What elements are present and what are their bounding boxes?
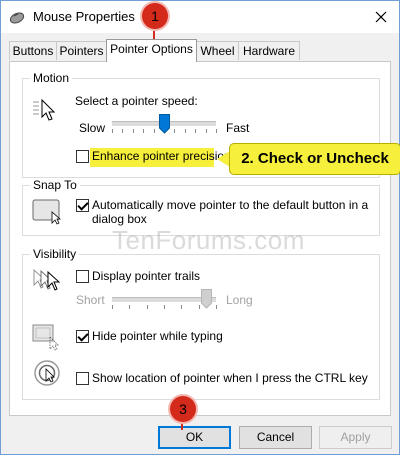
ok-button[interactable]: OK: [158, 426, 231, 449]
watermark: TenForums.com: [112, 225, 305, 255]
slider-tick: [164, 305, 165, 309]
pointer-speed-thumb[interactable]: [159, 114, 170, 134]
tab-buttons[interactable]: Buttons: [9, 41, 57, 60]
mouse-icon: [9, 12, 25, 24]
hide-pointer-checkbox[interactable]: [76, 330, 89, 343]
slider-tick: [198, 305, 200, 309]
close-icon: [375, 11, 387, 23]
hide-pointer-icon: [32, 324, 59, 351]
step-badge-1: 1: [142, 3, 168, 29]
slider-tick: [143, 129, 145, 133]
slider-tick: [129, 305, 131, 309]
tab-hardware[interactable]: Hardware: [238, 41, 300, 60]
enhance-precision-checkbox[interactable]: [76, 150, 89, 163]
hide-pointer-label: Hide pointer while typing: [92, 329, 223, 343]
pointer-trails-label: Display pointer trails: [92, 269, 201, 283]
tab-wheel[interactable]: Wheel: [196, 41, 239, 60]
slider-tick: [153, 129, 155, 133]
slider-tick: [181, 305, 183, 309]
pointer-trails-thumb[interactable]: [200, 289, 212, 309]
pointer-trails-checkbox[interactable]: [76, 270, 89, 283]
slider-tick: [216, 129, 217, 133]
slider-tick: [112, 305, 113, 309]
slider-tick: [132, 129, 134, 133]
show-location-checkbox[interactable]: [76, 372, 89, 385]
motion-label: Motion: [30, 71, 73, 85]
slider-tick: [112, 129, 113, 133]
pointer-speed-label: Select a pointer speed:: [75, 94, 198, 108]
step-badge-3: 3: [170, 396, 196, 422]
slider-tick: [184, 129, 186, 133]
long-label: Long: [226, 293, 253, 307]
show-location-label: Show location of pointer when I press th…: [92, 371, 368, 385]
slider-tick: [216, 305, 217, 309]
tab-pointers[interactable]: Pointers: [56, 41, 107, 60]
snap-to-icon: [32, 199, 62, 225]
tab-pointer-options[interactable]: Pointer Options: [106, 39, 197, 62]
pointer-speed-icon: [33, 98, 56, 121]
slider-tick: [174, 129, 176, 133]
snap-to-label-line2: dialog box: [92, 212, 147, 226]
close-button[interactable]: [369, 5, 393, 29]
fast-label: Fast: [226, 121, 250, 135]
slider-tick: [205, 129, 207, 133]
title-bar: Mouse Properties: [1, 1, 399, 33]
slider-tick: [146, 305, 148, 309]
apply-button[interactable]: Apply: [319, 426, 392, 449]
cancel-button[interactable]: Cancel: [239, 426, 312, 449]
window-title: Mouse Properties: [33, 9, 135, 24]
snap-to-label: Snap To: [30, 178, 80, 192]
visibility-label: Visibility: [30, 247, 80, 261]
slider-tick: [122, 129, 124, 133]
slider-tick: [195, 129, 197, 133]
snap-to-label-line1: Automatically move pointer to the defaul…: [92, 198, 369, 212]
mouse-properties-window: Mouse Properties Buttons Pointers Pointe…: [0, 0, 400, 455]
short-label: Short: [76, 293, 105, 307]
pointer-trails-icon: [33, 268, 61, 291]
snap-to-checkbox[interactable]: [76, 199, 89, 212]
callout-check-uncheck: 2. Check or Uncheck: [229, 143, 400, 175]
show-location-icon: [34, 360, 60, 386]
enhance-precision-label: Enhance pointer precision: [92, 149, 231, 163]
slow-label: Slow: [79, 121, 106, 135]
marker-line-3: [181, 422, 183, 430]
